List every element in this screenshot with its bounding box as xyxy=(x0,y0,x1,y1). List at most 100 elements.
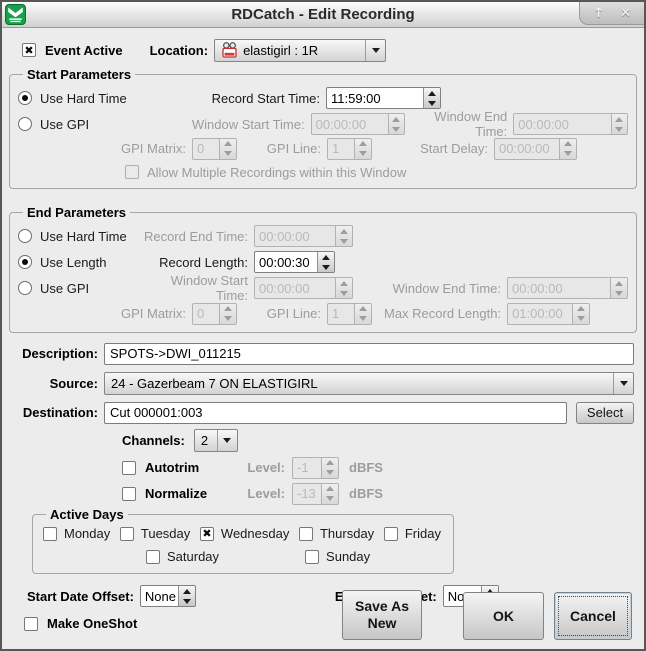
window-controls: ↑ ✕ xyxy=(579,2,644,25)
autotrim-label: Autotrim xyxy=(145,460,211,475)
day-thursday[interactable]: Thursday xyxy=(299,526,374,541)
end-use-gpi-label: Use GPI xyxy=(40,281,89,296)
channels-value: 2 xyxy=(195,430,217,451)
titlebar[interactable]: RDCatch - Edit Recording ↑ ✕ xyxy=(2,2,644,28)
normalize-label: Normalize xyxy=(145,486,211,501)
close-window-icon[interactable]: ✕ xyxy=(620,6,631,21)
gpi-line-spinbox: 1 xyxy=(327,138,372,160)
use-hard-time-radio[interactable] xyxy=(18,91,32,105)
save-as-new-button[interactable]: Save As New xyxy=(342,590,422,640)
autotrim-dbfs-label: dBFS xyxy=(349,460,383,475)
sunday-checkbox[interactable] xyxy=(305,550,319,564)
gpi-matrix-label: GPI Matrix: xyxy=(18,141,186,156)
spinner-buttons xyxy=(611,114,627,134)
max-record-length-label: Max Record Length: xyxy=(384,306,501,321)
record-start-time-value[interactable]: 11:59:00 xyxy=(327,88,423,108)
start-date-offset-spinbox[interactable]: None xyxy=(140,585,196,607)
recorder-deck-icon xyxy=(221,42,238,58)
location-dropdown[interactable]: elastigirl : 1R xyxy=(214,39,386,62)
spinner-buttons xyxy=(354,139,371,159)
destination-label: Destination: xyxy=(2,405,98,420)
make-oneshot-label: Make OneShot xyxy=(47,616,137,631)
spinner-buttons xyxy=(219,304,236,324)
monday-checkbox[interactable] xyxy=(43,527,57,541)
record-start-time-label: Record Start Time: xyxy=(188,91,320,106)
start-delay-spinbox: 00:00:00 xyxy=(494,138,577,160)
start-parameters-group: Start Parameters Use Hard Time Record St… xyxy=(9,67,637,189)
spinner-buttons xyxy=(335,278,352,298)
edit-recording-dialog: RDCatch - Edit Recording ↑ ✕ ✖ Event Act… xyxy=(0,0,646,651)
end-use-gpi-radio[interactable] xyxy=(18,281,32,295)
record-length-label: Record Length: xyxy=(140,255,248,270)
window-title: RDCatch - Edit Recording xyxy=(2,6,644,23)
location-label: Location: xyxy=(150,43,209,58)
use-gpi-label: Use GPI xyxy=(40,117,89,132)
tuesday-label: Tuesday xyxy=(141,526,190,541)
make-oneshot-checkbox[interactable] xyxy=(24,617,38,631)
end-window-start-time-label: Window Start Time: xyxy=(140,273,248,303)
spinner-buttons[interactable] xyxy=(178,586,195,606)
chevron-down-icon[interactable] xyxy=(365,40,385,61)
spinner-buttons[interactable] xyxy=(317,252,334,272)
end-gpi-matrix-label: GPI Matrix: xyxy=(18,306,186,321)
friday-checkbox[interactable] xyxy=(384,527,398,541)
end-use-hard-time-radio[interactable] xyxy=(18,229,32,243)
record-end-time-spinbox: 00:00:00 xyxy=(254,225,353,247)
wednesday-checkbox[interactable]: ✖ xyxy=(200,527,214,541)
end-parameters-title: End Parameters xyxy=(23,205,130,220)
record-length-spinbox[interactable]: 00:00:30 xyxy=(254,251,335,273)
use-length-radio[interactable] xyxy=(18,255,32,269)
checkmark: ✖ xyxy=(24,45,33,56)
source-value: 24 - Gazerbeam 7 ON ELASTIGIRL xyxy=(105,373,613,394)
record-end-time-value: 00:00:00 xyxy=(255,226,335,246)
saturday-checkbox[interactable] xyxy=(146,550,160,564)
chevron-down-icon[interactable] xyxy=(613,373,633,394)
cancel-button[interactable]: Cancel xyxy=(554,592,632,640)
shade-window-icon[interactable]: ↑ xyxy=(593,6,604,21)
thursday-checkbox[interactable] xyxy=(299,527,313,541)
normalize-level-label: Level: xyxy=(241,486,285,501)
start-date-offset-value[interactable]: None xyxy=(141,586,178,606)
tuesday-checkbox[interactable] xyxy=(120,527,134,541)
active-days-group: Active Days Monday Tuesday ✖ Wednesday T… xyxy=(32,507,454,574)
gpi-matrix-spinbox: 0 xyxy=(192,138,237,160)
allow-multiple-recordings-checkbox xyxy=(125,165,139,179)
day-sunday[interactable]: Sunday xyxy=(305,549,370,564)
allow-multiple-recordings-label: Allow Multiple Recordings within this Wi… xyxy=(147,165,406,180)
chevron-down-icon[interactable] xyxy=(217,430,237,451)
end-use-hard-time-label: Use Hard Time xyxy=(40,229,127,244)
event-active-checkbox[interactable]: ✖ xyxy=(22,43,36,57)
saturday-label: Saturday xyxy=(167,549,219,564)
spinner-buttons xyxy=(388,114,404,134)
destination-input[interactable] xyxy=(104,402,567,424)
day-monday[interactable]: Monday xyxy=(43,526,110,541)
footer: Make OneShot Save As New OK Cancel xyxy=(2,608,644,649)
use-gpi-radio[interactable] xyxy=(18,117,32,131)
event-active-label: Event Active xyxy=(45,43,123,58)
select-button[interactable]: Select xyxy=(576,402,634,424)
spinner-buttons[interactable] xyxy=(423,88,440,108)
autotrim-checkbox[interactable] xyxy=(122,461,136,475)
day-wednesday[interactable]: ✖ Wednesday xyxy=(200,526,289,541)
ok-button[interactable]: OK xyxy=(463,592,544,640)
end-gpi-line-label: GPI Line: xyxy=(251,306,321,321)
day-friday[interactable]: Friday xyxy=(384,526,441,541)
record-start-time-spinbox[interactable]: 11:59:00 xyxy=(326,87,441,109)
source-dropdown[interactable]: 24 - Gazerbeam 7 ON ELASTIGIRL xyxy=(104,372,634,395)
record-end-time-label: Record End Time: xyxy=(140,229,248,244)
record-length-value[interactable]: 00:00:30 xyxy=(255,252,317,272)
normalize-level-spinbox: -13 xyxy=(292,483,339,505)
end-gpi-line-value: 1 xyxy=(328,304,354,324)
day-saturday[interactable]: Saturday xyxy=(146,549,219,564)
end-window-end-time-spinbox: 00:00:00 xyxy=(507,277,628,299)
spinner-buttons xyxy=(335,226,352,246)
normalize-checkbox[interactable] xyxy=(122,487,136,501)
description-input[interactable] xyxy=(104,343,634,365)
normalize-level-value: -13 xyxy=(293,484,321,504)
day-tuesday[interactable]: Tuesday xyxy=(120,526,190,541)
autotrim-level-value: -1 xyxy=(293,458,321,478)
end-window-end-time-value: 00:00:00 xyxy=(508,278,610,298)
channels-dropdown[interactable]: 2 xyxy=(194,429,238,452)
sunday-label: Sunday xyxy=(326,549,370,564)
spinner-buttons xyxy=(321,458,338,478)
